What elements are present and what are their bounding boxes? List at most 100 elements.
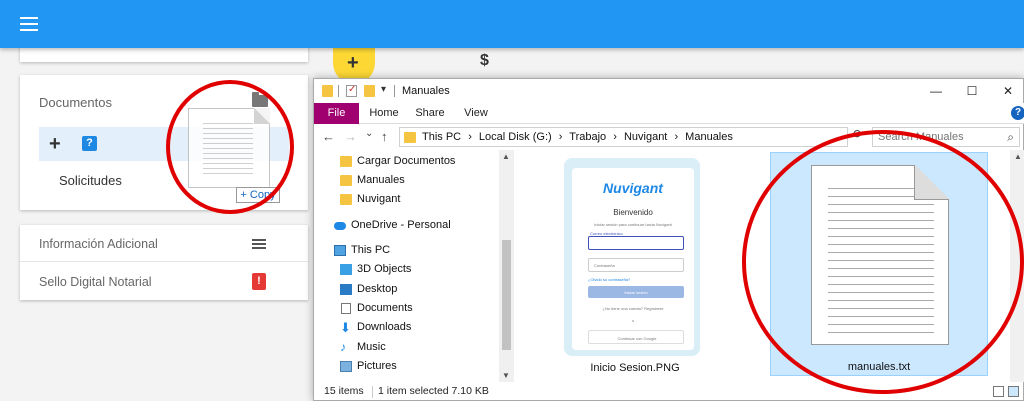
breadcrumb-separator: › [613, 131, 617, 143]
cloud-icon [334, 222, 346, 230]
nav-item-desktop[interactable]: Desktop [314, 280, 504, 299]
add-document-button[interactable]: + [49, 133, 61, 156]
forward-button[interactable]: → [344, 129, 357, 144]
brand-logo: Nuvigant [603, 180, 663, 196]
nav-item-label: Cargar Documentos [357, 155, 456, 167]
preview-login-button: Iniciar sesión [588, 286, 684, 298]
login-preview: Nuvigant Bienvenido Iniciar sesión para … [572, 168, 694, 350]
preview-email-input [588, 236, 684, 250]
scroll-up-icon[interactable]: ▲ [1014, 152, 1022, 161]
address-bar[interactable]: This PC › Local Disk (G:) › Trabajo › Nu… [399, 127, 848, 147]
properties-icon[interactable] [346, 84, 357, 97]
scroll-up-icon[interactable]: ▲ [502, 152, 510, 161]
tab-view[interactable]: View [456, 103, 496, 124]
preview-google-label: Continuar con Google [617, 336, 657, 341]
separator [372, 386, 373, 398]
sello-digital-label: Sello Digital Notarial [39, 275, 152, 289]
title-bar[interactable]: ▾ Manuales — ☐ ✕ [314, 79, 1024, 103]
nav-item-label: Desktop [357, 283, 398, 295]
tab-home[interactable]: Home [364, 103, 404, 124]
informacion-adicional-label: Información Adicional [39, 237, 158, 251]
breadcrumb-local-disk[interactable]: Local Disk (G:) [479, 131, 552, 143]
nav-item-cargar-documentos[interactable]: Cargar Documentos [314, 152, 504, 171]
details-view-icon[interactable] [993, 386, 1004, 397]
up-button[interactable]: ↑ [381, 129, 388, 144]
breadcrumb-trabajo[interactable]: Trabajo [569, 131, 606, 143]
nav-item-music[interactable]: ♪ Music [314, 338, 504, 357]
navigation-scrollbar[interactable]: ▲ ▼ [499, 150, 514, 382]
selection-info: 1 item selected 7.10 KB [378, 385, 489, 397]
currency-icon[interactable]: $ [480, 52, 489, 70]
minimize-button[interactable]: — [918, 81, 954, 101]
ribbon-tabs: File Home Share View ? [314, 103, 1024, 124]
preview-welcome: Bienvenido [613, 208, 653, 217]
back-button[interactable]: ← [322, 129, 335, 144]
preview-divider: o [631, 318, 635, 323]
preview-password-placeholder: Contraseña [594, 263, 615, 268]
preview-forgot-link: ¿Olvidó su contraseña? [588, 277, 631, 282]
tab-share[interactable]: Share [410, 103, 450, 124]
solicitudes-item[interactable]: Solicitudes [59, 173, 122, 188]
breadcrumb: This PC › Local Disk (G:) › Trabajo › Nu… [422, 131, 737, 143]
preview-subtitle: Iniciar sesión para continuar hacia Nuvi… [594, 222, 672, 227]
nav-item-this-pc[interactable]: This PC [314, 241, 504, 260]
breadcrumb-manuales[interactable]: Manuales [685, 131, 733, 143]
clipboard-alert-icon: ! [252, 273, 266, 290]
preview-google-button: Continuar con Google [588, 330, 684, 344]
close-button[interactable]: ✕ [990, 81, 1024, 101]
folder-icon [404, 132, 416, 143]
preview-login-label: Iniciar sesión [624, 290, 648, 295]
scroll-down-icon[interactable]: ▼ [502, 371, 510, 380]
folder-icon [340, 194, 352, 205]
download-icon: ⬇ [340, 320, 351, 335]
nav-item-onedrive[interactable]: OneDrive - Personal [314, 216, 504, 235]
breadcrumb-separator: › [468, 131, 472, 143]
nav-item-manuales[interactable]: Manuales [314, 171, 504, 190]
nav-item-label: Nuvigant [357, 193, 401, 205]
view-toggle[interactable] [993, 386, 1021, 398]
folder-icon [322, 85, 333, 97]
annotation-circle [742, 130, 1024, 394]
tab-file[interactable]: File [314, 103, 359, 124]
separator [394, 85, 395, 97]
nav-item-pictures[interactable]: Pictures [314, 357, 504, 376]
fab-plus: + [347, 52, 359, 74]
breadcrumb-this-pc[interactable]: This PC [422, 131, 461, 143]
nav-item-label: This PC [351, 244, 391, 256]
scroll-thumb[interactable] [502, 240, 511, 350]
file-name: Inicio Sesion.PNG [590, 362, 680, 374]
annotation-circle [166, 80, 294, 214]
breadcrumb-separator: › [558, 131, 563, 143]
nav-item-label: Music [357, 341, 386, 353]
search-icon[interactable]: ⌕ [1007, 130, 1014, 145]
desktop-icon [340, 284, 352, 295]
nav-item-3d-objects[interactable]: 3D Objects [314, 260, 504, 279]
help-icon[interactable]: ? [1011, 106, 1024, 120]
nav-item-label: Manuales [357, 174, 405, 186]
image-thumbnail: Nuvigant Bienvenido Iniciar sesión para … [564, 158, 700, 356]
sello-digital-row[interactable]: Sello Digital Notarial ! [20, 263, 308, 300]
nav-item-label: Documents [357, 302, 413, 314]
maximize-button[interactable]: ☐ [954, 81, 990, 101]
app-bar [0, 0, 1024, 48]
recent-locations-button[interactable]: ⌄ [365, 128, 373, 139]
documentos-title: Documentos [39, 95, 112, 110]
large-icons-view-icon[interactable] [1008, 386, 1019, 397]
music-icon: ♪ [340, 340, 346, 354]
list-icon [252, 239, 266, 249]
document-icon [341, 303, 351, 314]
informacion-adicional-row[interactable]: Información Adicional [20, 225, 308, 262]
nav-item-documents[interactable]: Documents [314, 299, 504, 318]
breadcrumb-nuvigant[interactable]: Nuvigant [624, 131, 667, 143]
folder-icon [340, 156, 352, 167]
nav-item-downloads[interactable]: ⬇ Downloads [314, 318, 504, 337]
nav-item-nuvigant[interactable]: Nuvigant [314, 190, 504, 209]
help-icon[interactable]: ? [82, 136, 97, 151]
breadcrumb-separator: › [674, 131, 679, 143]
cube-icon [340, 264, 352, 275]
window-title: Manuales [402, 85, 450, 97]
file-tile-inicio-sesion[interactable]: Nuvigant Bienvenido Iniciar sesión para … [554, 152, 716, 376]
menu-icon[interactable] [20, 17, 38, 31]
customize-toolbar-icon[interactable]: ▾ [381, 84, 386, 95]
new-folder-icon[interactable] [364, 85, 375, 97]
